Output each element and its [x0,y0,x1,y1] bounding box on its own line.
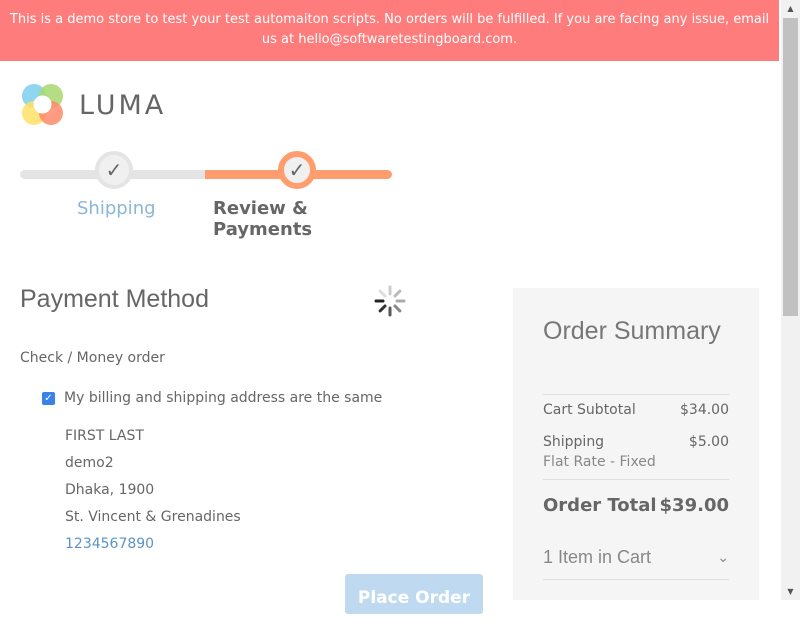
step-shipping-check-icon[interactable]: ✓ [95,151,133,189]
cart-subtotal-label: Cart Subtotal [543,402,636,418]
order-summary-title: Order Summary [543,317,721,345]
items-in-cart-toggle[interactable]: 1 Item in Cart ⌄ [543,547,729,568]
same-address-checkbox[interactable]: ✓ [42,391,55,405]
order-summary: Order Summary Cart Subtotal $34.00 Shipp… [513,288,759,600]
divider [543,394,729,395]
place-order-button[interactable]: Place Order [345,574,483,614]
order-total-value: $39.00 [659,495,729,516]
chevron-down-icon[interactable]: ⌄ [717,550,729,566]
spinner-icon [374,285,406,317]
divider [543,479,729,480]
address-street: demo2 [65,455,114,471]
address-phone-link[interactable]: 1234567890 [65,531,241,558]
order-total-label: Order Total [543,495,657,516]
luma-logo-icon [22,84,63,125]
luma-logo[interactable]: LUMA [20,82,166,128]
vertical-scrollbar[interactable]: ▲ ▼ [781,0,800,600]
demo-notice-banner: This is a demo store to test your test a… [0,0,779,61]
address-name: FIRST LAST [65,428,144,444]
same-address-option[interactable]: ✓ My billing and shipping address are th… [42,390,382,406]
logo-text: LUMA [79,89,167,121]
cart-subtotal-value: $34.00 [680,402,729,418]
address-country: St. Vincent & Grenadines [65,509,241,525]
checkout-progress-bar: ✓ ✓ Shipping Review & Payments [20,150,392,240]
shipping-method: Flat Rate - Fixed [543,454,656,470]
items-in-cart-label[interactable]: 1 Item in Cart [543,547,651,568]
payment-method-check-money-order: Check / Money order [20,350,165,366]
step-review-check-icon: ✓ [278,151,316,189]
same-address-label[interactable]: My billing and shipping address are the … [64,390,382,406]
billing-address: FIRST LAST demo2 Dhaka, 1900 St. Vincent… [65,423,241,558]
shipping-label: Shipping [543,434,605,450]
address-city-zip: Dhaka, 1900 [65,482,155,498]
step-shipping-label[interactable]: Shipping [77,198,156,219]
scroll-down-arrow-icon[interactable]: ▼ [781,583,800,600]
step-review-payments-label: Review & Payments [213,198,313,240]
scroll-thumb[interactable] [783,18,798,316]
scroll-up-arrow-icon[interactable]: ▲ [781,0,800,17]
shipping-value: $5.00 [688,434,729,450]
divider [543,579,729,580]
payment-method-title: Payment Method [20,285,209,313]
